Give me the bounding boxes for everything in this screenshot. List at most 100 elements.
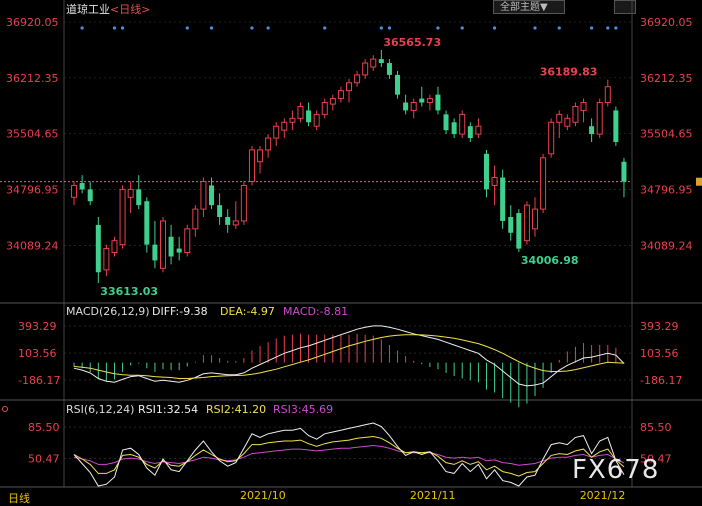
candle-body-down bbox=[87, 189, 93, 202]
watermark-logo: FX678 bbox=[572, 455, 660, 485]
candle-body-down bbox=[613, 110, 619, 142]
signal-dot bbox=[460, 26, 464, 30]
candle-body-down bbox=[483, 153, 489, 190]
macd-tick-label-right: 393.29 bbox=[640, 320, 679, 333]
macd-tick-label-right: 103.56 bbox=[640, 347, 679, 360]
chart-svg: 36920.05 36920.05 36212.35 36212.35 35504.65… bbox=[0, 0, 702, 502]
panel-settings-icon bbox=[2, 406, 8, 412]
candle-body-up bbox=[297, 105, 304, 119]
signal-dot bbox=[492, 26, 497, 30]
period-footer-label[interactable]: 日线 bbox=[8, 490, 30, 506]
x-tick-label: 2021/10 bbox=[240, 489, 286, 502]
macd-tick-label-right: -186.17 bbox=[640, 374, 682, 387]
macd-tick-label-left: 103.56 bbox=[18, 347, 57, 360]
price-tick-label-right: 36212.35 bbox=[640, 72, 693, 85]
price-extreme-label: 34006.98 bbox=[521, 254, 579, 267]
signal-dot bbox=[120, 26, 125, 30]
candle-body-down bbox=[306, 110, 312, 123]
signal-dot bbox=[379, 26, 383, 30]
candle-body-down bbox=[378, 59, 384, 64]
macd-title: MACD(26,12,9) bbox=[66, 305, 150, 318]
candle-body-up bbox=[200, 180, 207, 210]
candle-body-up bbox=[71, 184, 78, 198]
price-tick-label-left: 34089.24 bbox=[6, 239, 59, 252]
signal-dot bbox=[266, 26, 270, 30]
candle-body-up bbox=[313, 113, 320, 127]
price-tick-label-left: 34796.95 bbox=[6, 184, 59, 197]
macd-diff-label: DIFF:-9.38 bbox=[152, 305, 208, 318]
signal-dot bbox=[436, 26, 440, 30]
x-tick-label: 2021/11 bbox=[410, 489, 456, 502]
candle-body-up bbox=[596, 102, 603, 135]
candle-body-up bbox=[289, 117, 296, 123]
signal-dot bbox=[557, 26, 561, 30]
candle-body-up bbox=[337, 90, 344, 100]
candle-body-up bbox=[564, 117, 571, 127]
macd-tick-label-left: 393.29 bbox=[18, 320, 57, 333]
signal-dot bbox=[112, 26, 117, 30]
candle-body-down bbox=[589, 126, 595, 135]
macd-dea-label: DEA:-4.97 bbox=[220, 305, 275, 318]
candle-body-up bbox=[531, 208, 539, 230]
price-tick-label-left: 35504.65 bbox=[6, 128, 59, 141]
candle-body-up bbox=[580, 102, 587, 111]
candle-body-down bbox=[152, 244, 158, 261]
candle-body-up bbox=[273, 125, 280, 139]
candle-body-up bbox=[354, 74, 361, 84]
candle-body-up bbox=[265, 137, 272, 151]
price-extreme-label: 33613.03 bbox=[100, 285, 158, 298]
rsi1-label: RSI1:32.54 bbox=[138, 403, 198, 416]
signal-dot bbox=[606, 26, 610, 30]
rsi2-label: RSI2:41.20 bbox=[206, 403, 266, 416]
price-tick-label-left: 36212.35 bbox=[6, 72, 59, 85]
candle-body-down bbox=[435, 94, 441, 111]
signal-dot bbox=[209, 26, 214, 30]
candle-body-up bbox=[491, 177, 498, 186]
candle-body-down bbox=[508, 217, 514, 233]
candle-body-up bbox=[192, 208, 199, 230]
chart-stage: 道琼工业<日线> 全部主题▼ 36920.05 36920.05 36212.35 3… bbox=[0, 0, 702, 505]
candle-body-up bbox=[475, 125, 482, 135]
rsi-tick-label-right: 85.50 bbox=[640, 421, 672, 434]
rsi-title: RSI(6,12,24) bbox=[66, 403, 134, 416]
signal-dot bbox=[185, 26, 189, 30]
price-tick-label-right: 36920.05 bbox=[640, 16, 693, 29]
candle-body-down bbox=[209, 185, 215, 206]
candle-body-down bbox=[79, 183, 85, 190]
rsi2-line bbox=[73, 435, 625, 477]
signal-dot bbox=[323, 26, 327, 30]
candle-body-up bbox=[459, 113, 466, 135]
candle-body-down bbox=[467, 126, 473, 139]
macd-tick-label-left: -186.17 bbox=[18, 374, 60, 387]
candle-body-up bbox=[556, 113, 563, 123]
candle-body-up bbox=[370, 58, 377, 68]
candle-body-up bbox=[103, 248, 110, 271]
candle-body-up bbox=[604, 86, 611, 104]
candle-body-up bbox=[240, 184, 247, 222]
candle-body-down bbox=[95, 224, 101, 273]
price-tick-label-left: 36920.05 bbox=[6, 16, 59, 29]
candle-body-down bbox=[176, 248, 182, 253]
price-tick-label-right: 35504.65 bbox=[640, 128, 693, 141]
candle-body-up bbox=[329, 98, 336, 105]
candle-body-up bbox=[426, 98, 433, 104]
candle-body-up bbox=[572, 105, 579, 123]
candle-body-down bbox=[451, 122, 457, 135]
candle-body-up bbox=[127, 188, 134, 198]
candle-body-down bbox=[144, 201, 150, 245]
candle-body-up bbox=[119, 188, 126, 246]
candle-body-down bbox=[136, 189, 142, 206]
candle-body-up bbox=[111, 240, 118, 254]
candle-body-up bbox=[248, 149, 255, 182]
candle-body-down bbox=[225, 217, 231, 225]
candle-body-down bbox=[500, 177, 506, 221]
candle-body-down bbox=[386, 63, 392, 75]
signal-dot bbox=[590, 26, 594, 30]
rsi1-line bbox=[73, 422, 625, 487]
signal-dot bbox=[387, 26, 392, 30]
signal-dot bbox=[250, 26, 254, 30]
price-extreme-label: 36565.73 bbox=[383, 36, 441, 49]
price-extreme-label: 36189.83 bbox=[540, 66, 598, 79]
signal-dot bbox=[533, 26, 537, 30]
rsi-tick-label-left: 50.47 bbox=[28, 453, 60, 466]
